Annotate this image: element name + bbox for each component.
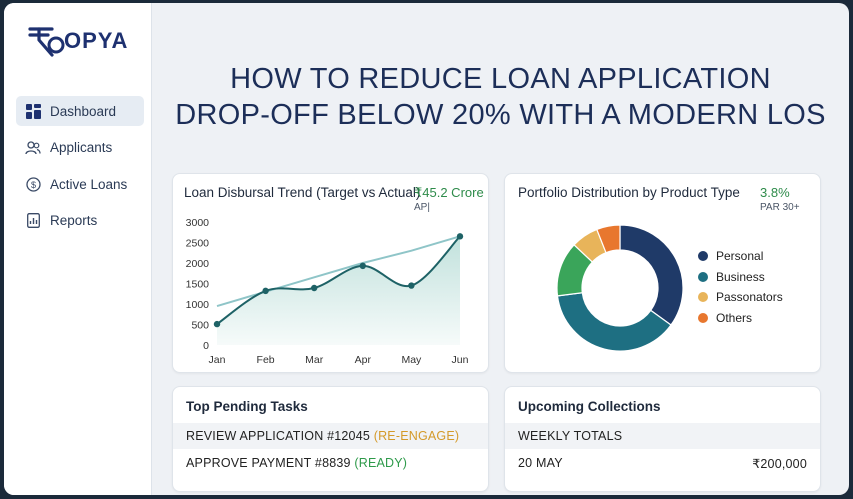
x-tick-label: May — [401, 354, 422, 366]
sidebar-item-label: Active Loans — [50, 176, 128, 192]
collections-header: WEEKLY TOTALS — [518, 429, 623, 443]
actual-area-fill — [217, 236, 460, 345]
x-tick-label: Apr — [355, 354, 372, 366]
donut-slice — [619, 224, 684, 326]
collection-row[interactable]: 20 MAY ₹200,000 — [505, 450, 820, 476]
actual-data-point — [359, 262, 366, 270]
portfolio-distribution-card: Portfolio Distribution by Product Type 3… — [504, 173, 821, 373]
par-kpi-sub: PAR 30+ — [760, 202, 800, 213]
legend-label: Personal — [716, 249, 764, 264]
x-tick-label: Feb — [257, 354, 275, 366]
legend-swatch — [698, 312, 708, 323]
legend-swatch — [698, 251, 708, 262]
report-icon — [25, 213, 41, 229]
users-icon — [25, 140, 41, 156]
actual-data-point — [408, 282, 415, 289]
task-status-tag: (READY) — [354, 456, 408, 470]
sidebar-nav: Dashboard Applicants $ Active Loans Repo… — [16, 96, 144, 242]
legend-item: Others — [698, 308, 783, 329]
y-tick-label: 1000 — [186, 299, 210, 311]
donut-slice — [556, 292, 672, 352]
par-kpi-value: 3.8% — [760, 185, 790, 200]
legend-item: Personal — [698, 246, 783, 267]
page-title-line-2: DROP-OFF BELOW 20% WITH A MODERN LOS — [175, 99, 826, 131]
collection-amount: ₹200,000 — [752, 456, 807, 471]
legend-swatch — [698, 292, 708, 303]
sidebar-item-reports[interactable]: Reports — [16, 206, 144, 236]
legend-label: Business — [716, 269, 765, 284]
actual-data-point — [262, 287, 269, 295]
legend-item: Business — [698, 267, 783, 288]
y-tick-label: 3000 — [186, 217, 210, 229]
page-title-line-1: HOW TO REDUCE LOAN APPLICATION — [230, 63, 771, 95]
task-text: APPROVE PAYMENT #8839 — [186, 456, 351, 470]
sidebar-item-applicants[interactable]: Applicants — [16, 133, 144, 163]
x-tick-label: Jun — [452, 354, 469, 366]
sidebar-item-active-loans[interactable]: $ Active Loans — [16, 169, 144, 199]
brand-name: OPYA — [64, 28, 129, 53]
disbursal-trend-card: Loan Disbursal Trend (Target vs Actual) … — [172, 173, 489, 373]
brand-logo[interactable]: OPYA — [26, 23, 128, 59]
sidebar-item-label: Applicants — [50, 140, 113, 155]
svg-text:$: $ — [30, 179, 35, 189]
collections-header-row: WEEKLY TOTALS — [505, 423, 820, 449]
y-tick-label: 0 — [203, 340, 209, 352]
card-title: Top Pending Tasks — [186, 399, 308, 414]
card-title: Upcoming Collections — [518, 399, 661, 414]
legend-label: Passonators — [716, 290, 783, 305]
upcoming-collections-card: Upcoming Collections WEEKLY TOTALS 20 MA… — [504, 386, 821, 492]
page-title: HOW TO REDUCE LOAN APPLICATION DROP-OFF … — [152, 61, 849, 133]
rupee-logo-icon — [28, 27, 65, 57]
sidebar: OPYA Dashboard Applicants $ Active Loans — [4, 3, 152, 495]
legend-label: Others — [716, 310, 753, 325]
y-tick-label: 1500 — [186, 279, 210, 291]
donut-legend: Personal Business Passonators Others — [698, 246, 783, 328]
dashboard-grid-icon — [25, 103, 41, 119]
main-content: HOW TO REDUCE LOAN APPLICATION DROP-OFF … — [152, 3, 849, 495]
pending-tasks-card: Top Pending Tasks REVIEW APPLICATION #12… — [172, 386, 489, 492]
task-row[interactable]: REVIEW APPLICATION #12045 (RE-ENGAGE) — [173, 423, 488, 449]
y-tick-label: 2000 — [186, 258, 210, 270]
actual-data-point — [311, 284, 318, 292]
coin-icon: $ — [25, 176, 41, 192]
legend-swatch — [698, 271, 708, 282]
sidebar-item-label: Dashboard — [50, 103, 117, 119]
task-text: REVIEW APPLICATION #12045 — [186, 429, 371, 443]
legend-item: Passonators — [698, 287, 783, 308]
card-title: Portfolio Distribution by Product Type — [518, 185, 740, 200]
task-row[interactable]: APPROVE PAYMENT #8839 (READY) — [173, 450, 488, 476]
task-status-tag: (RE-ENGAGE) — [373, 429, 460, 443]
y-tick-label: 2500 — [186, 238, 210, 250]
actual-data-point — [213, 320, 221, 328]
sidebar-item-label: Reports — [50, 213, 98, 228]
y-tick-label: 500 — [191, 320, 209, 332]
disbursal-line-chart: 0 500 1000 1500 2000 2500 3000 Jan Feb Mar Apr May J… — [186, 217, 469, 366]
app-window: OPYA Dashboard Applicants $ Active Loans — [4, 3, 849, 495]
collection-date: 20 MAY — [518, 456, 563, 470]
x-tick-label: Jan — [209, 354, 226, 366]
sidebar-item-dashboard[interactable]: Dashboard — [16, 96, 144, 126]
x-tick-label: Mar — [305, 354, 324, 366]
portfolio-donut-chart — [556, 224, 684, 352]
actual-data-point — [456, 233, 464, 240]
